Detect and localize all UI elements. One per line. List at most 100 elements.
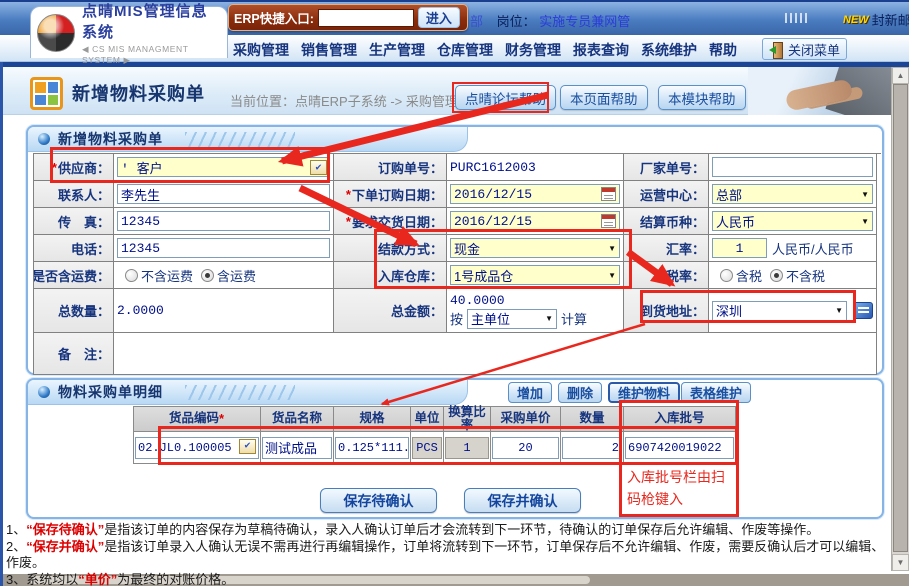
calc-unit-select[interactable]: 主单位 <box>467 309 557 329</box>
app-logo-icon <box>37 14 75 52</box>
position-value[interactable]: 实施专员兼网管 <box>539 14 630 29</box>
tax-included-label: 含税 <box>736 266 762 285</box>
address-select[interactable]: 深圳 <box>712 301 847 321</box>
tax-cell: 含税 不含税 <box>709 262 877 289</box>
add-row-button[interactable]: 增加 <box>508 382 552 403</box>
order-form-header: 新增物料采购单 <box>28 127 468 152</box>
rate-input[interactable]: 1 <box>712 238 767 258</box>
freight-included-radio[interactable] <box>201 269 214 282</box>
tax-excluded-label: 不含税 <box>786 266 825 285</box>
page-left-border <box>0 62 3 586</box>
order-date-cell: 2016/12/15 <box>447 181 624 208</box>
header-stripes-decoration <box>185 385 295 400</box>
menu-item-reports[interactable]: 报表查询 <box>573 40 629 60</box>
currency-select[interactable]: 人民币 <box>712 211 873 231</box>
menu-item-finance[interactable]: 财务管理 <box>505 40 561 60</box>
total-amount-cell: 40.0000 按 主单位 计算 <box>447 289 624 333</box>
col-header-code: 货品编码* <box>134 407 261 432</box>
payment-label: 结款方式： <box>334 235 447 262</box>
op-center-cell: 总部 <box>709 181 877 208</box>
address-label: 到货地址： <box>624 289 709 333</box>
note-line-2: 2、“保存并确认”是指该订单录入人确认无误不需再进行再编辑操作，订单将流转到下一… <box>6 539 890 572</box>
item-code-lookup-icon[interactable] <box>239 439 256 454</box>
table-row-cell-ratio: 1 <box>444 432 491 464</box>
menu-item-warehouse[interactable]: 仓库管理 <box>437 40 493 60</box>
save-draft-button[interactable]: 保存待确认 <box>320 488 437 513</box>
order-date-input[interactable]: 2016/12/15 <box>450 184 620 204</box>
delivery-date-cell: 2016/12/15 <box>447 208 624 235</box>
item-batch-input[interactable]: 6907420019022 <box>625 437 734 459</box>
erp-window: 点晴MIS管理信息系统 ◀ CS MIS MANAGMENT SYSTEM ▶ … <box>0 0 909 586</box>
vertical-scrollbar[interactable] <box>891 67 909 571</box>
remark-textarea[interactable] <box>114 333 877 375</box>
total-qty-label: 总数量： <box>34 289 114 333</box>
page-help-button[interactable]: 本页面帮助 <box>560 85 648 110</box>
item-name-input[interactable]: 测试成品 <box>262 437 332 459</box>
item-unit-value: PCS <box>412 437 442 459</box>
item-price-input[interactable]: 20 <box>492 437 559 459</box>
section-bullet-icon <box>38 386 50 398</box>
supplier-lookup-icon[interactable] <box>310 160 327 175</box>
item-ratio-value: 1 <box>445 437 489 459</box>
save-confirm-button[interactable]: 保存并确认 <box>464 488 581 513</box>
maintain-material-button[interactable]: 维护物料 <box>608 382 680 403</box>
menu-item-help[interactable]: 帮助 <box>709 40 737 60</box>
delivery-date-input[interactable]: 2016/12/15 <box>450 211 620 231</box>
menu-item-sales[interactable]: 销售管理 <box>301 40 357 60</box>
logo-panel: 点晴MIS管理信息系统 ◀ CS MIS MANAGMENT SYSTEM ▶ <box>30 6 228 58</box>
freight-excluded-radio[interactable] <box>125 269 138 282</box>
detail-header: 物料采购单明细 <box>28 380 468 405</box>
detail-panel: 物料采购单明细 增加 删除 维护物料 表格维护 货品编码* 货品名称 规格 单位… <box>26 378 884 519</box>
vendor-no-input[interactable] <box>712 157 873 177</box>
currency-cell: 人民币 <box>709 208 877 235</box>
module-help-button[interactable]: 本模块帮助 <box>658 85 746 110</box>
phone-input[interactable]: 12345 <box>117 238 330 258</box>
erp-enter-button[interactable]: 进入 <box>418 7 460 28</box>
vertical-scrollbar-thumb[interactable] <box>893 84 908 552</box>
erp-quick-entry-input[interactable] <box>318 9 414 27</box>
warehouse-select[interactable]: 1号成品仓 <box>450 265 620 285</box>
table-maintain-button[interactable]: 表格维护 <box>681 382 751 403</box>
table-row-cell-code: 02.JL0.100005 <box>134 432 261 464</box>
tax-included-radio[interactable] <box>720 269 733 282</box>
fax-input[interactable]: 12345 <box>117 211 330 231</box>
position-label: 岗位： <box>497 14 536 29</box>
scroll-down-arrow[interactable] <box>892 554 909 571</box>
menu-item-production[interactable]: 生产管理 <box>369 40 425 60</box>
new-mail-notice[interactable]: NEW 封新邮件，请 <box>843 10 909 29</box>
supplier-input[interactable]: ' 客户 <box>117 157 330 177</box>
item-code-input[interactable]: 02.JL0.100005 <box>135 437 259 459</box>
item-qty-input[interactable]: 2 <box>562 437 622 459</box>
vendor-no-cell <box>709 154 877 181</box>
payment-select[interactable]: 现金 <box>450 238 620 258</box>
col-header-price: 采购单价 <box>491 407 561 432</box>
address-book-icon[interactable] <box>853 302 873 319</box>
freight-included-label: 含运费 <box>217 266 256 285</box>
calendar-icon[interactable] <box>601 187 616 201</box>
currency-label: 结算币种： <box>624 208 709 235</box>
calendar-icon[interactable] <box>601 214 616 228</box>
close-menu-button[interactable]: 关闭菜单 <box>762 38 847 60</box>
delete-row-button[interactable]: 删除 <box>558 382 602 403</box>
mail-notice-text: 封新邮件，请 <box>872 10 909 29</box>
order-form-grid: *供应商： ' 客户 订购单号： PURC1612003 厂家单号： 联系人： … <box>33 153 881 375</box>
module-icon <box>30 77 63 110</box>
order-form-title: 新增物料采购单 <box>58 129 163 149</box>
supplier-cell: ' 客户 <box>114 154 334 181</box>
table-row-cell-price: 20 <box>491 432 561 464</box>
menu-item-system[interactable]: 系统维护 <box>641 40 697 60</box>
col-header-ratio: 换算比率 <box>444 407 491 432</box>
note-line-3: 3、系统均以“单价”为最终的对账价格。 <box>6 572 890 586</box>
tax-excluded-radio[interactable] <box>770 269 783 282</box>
page-title: 新增物料采购单 <box>72 80 205 106</box>
contact-input[interactable]: 李先生 <box>117 184 330 204</box>
item-spec-input[interactable]: 0.125*111.2*1 <box>335 437 409 459</box>
contact-label: 联系人： <box>34 181 114 208</box>
op-center-select[interactable]: 总部 <box>712 184 873 204</box>
vendor-no-label: 厂家单号： <box>624 154 709 181</box>
forum-help-button[interactable]: 点晴论坛帮助 <box>455 85 556 110</box>
freight-cell: 不含运费 含运费 <box>114 262 334 289</box>
note-line-1: 1、“保存待确认”是指该订单的内容保存为草稿待确认，录入人确认订单后才会流转到下… <box>6 522 890 539</box>
scroll-up-arrow[interactable] <box>892 67 909 84</box>
menu-item-purchase[interactable]: 采购管理 <box>233 40 289 60</box>
